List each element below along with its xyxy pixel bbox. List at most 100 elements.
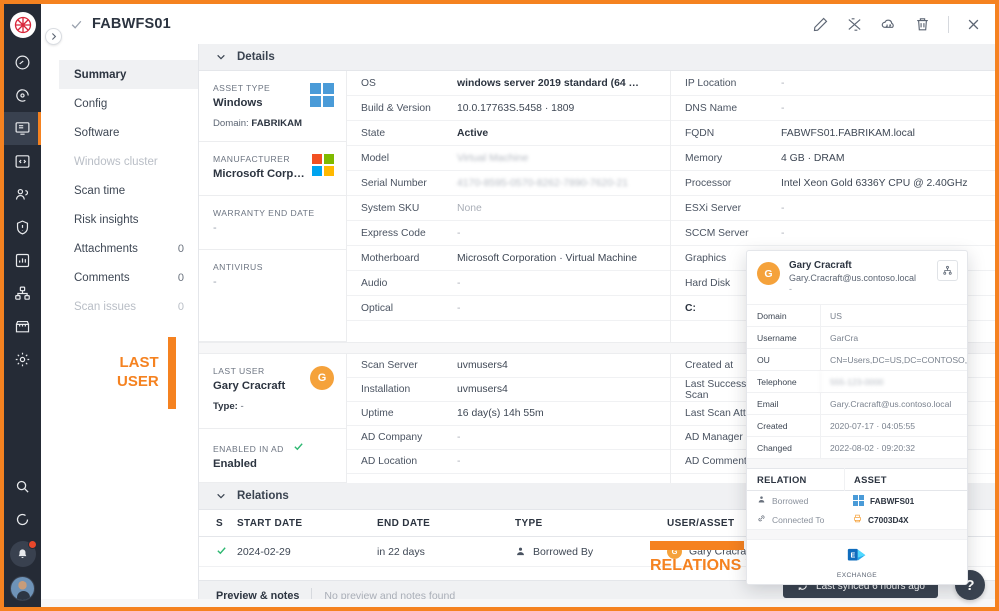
card-warranty-end-date: WARRANTY END DATE -	[199, 196, 346, 250]
popup-key: Created	[747, 421, 820, 431]
chevron-down-icon	[216, 491, 226, 501]
detail-key: State	[361, 128, 457, 139]
sidebar-item-software[interactable]: Software	[59, 118, 198, 147]
sidebar-item-marketplace[interactable]	[4, 310, 41, 343]
trash-icon[interactable]	[914, 16, 931, 33]
card-manufacturer: MANUFACTURER Microsoft Corp…	[199, 142, 346, 196]
search-icon[interactable]	[4, 470, 41, 503]
popup-column-header-relation: RELATION	[747, 474, 844, 485]
detail-value: None	[457, 203, 482, 214]
column-header-status: S	[199, 518, 237, 529]
card-sub-prefix: Domain:	[213, 118, 251, 129]
detail-key: Build & Version	[361, 103, 457, 114]
user-detail-popup: G Gary Cracraft Gary.Cracraft@us.contoso…	[746, 250, 968, 585]
cloud-sync-icon[interactable]	[880, 16, 897, 33]
notifications-button[interactable]	[10, 541, 36, 567]
expand-panel-button[interactable]	[45, 28, 62, 45]
sidebar-item-settings[interactable]	[4, 343, 41, 376]
sidebar-item-label: Risk insights	[74, 214, 139, 226]
detail-value: -	[457, 432, 460, 443]
detail-key: AD Location	[361, 456, 457, 467]
detail-key: Express Code	[361, 228, 457, 239]
popup-user-title: -	[789, 284, 916, 294]
sidebar-item-users[interactable]	[4, 178, 41, 211]
sidebar-item-dashboard[interactable]	[4, 46, 41, 79]
sidebar-item-summary[interactable]: Summary	[59, 60, 198, 89]
user-avatar[interactable]	[10, 576, 35, 601]
detail-value: uvmusers4	[457, 360, 508, 371]
popup-row-username: UsernameGarCra	[747, 326, 967, 348]
merge-icon[interactable]	[846, 16, 863, 33]
close-icon[interactable]	[966, 17, 981, 32]
popup-row-telephone: Telephone555-123-0000	[747, 370, 967, 392]
sidebar-item-attachments[interactable]: Attachments 0	[59, 234, 198, 263]
page-title-group: FABWFS01	[41, 16, 171, 32]
detail-row-dns-name: DNS Name-	[671, 96, 995, 121]
card-sub-value: FABRIKAM	[251, 118, 302, 129]
popup-value: CN=Users,DC=US,DC=CONTOSO,DC=lo…	[820, 349, 967, 371]
svg-text:E: E	[850, 552, 855, 560]
bottom-strip	[41, 599, 995, 607]
detail-value: -	[457, 228, 460, 239]
org-chart-icon[interactable]	[937, 260, 958, 281]
sidebar-item-scan-time[interactable]: Scan time	[59, 176, 198, 205]
card-value: -	[213, 276, 334, 288]
sidebar-item-risk-insights[interactable]: Risk insights	[59, 205, 198, 234]
popup-identity: Gary Cracraft Gary.Cracraft@us.contoso.l…	[789, 260, 916, 294]
card-asset-type: ASSET TYPE Windows Domain: FABRIKAM	[199, 71, 346, 142]
sidebar-item-label: Comments	[74, 272, 130, 284]
annotation-bar-vertical	[168, 337, 176, 409]
row-start-date: 2024-02-29	[237, 546, 377, 558]
sidebar-item-label: Scan time	[74, 185, 125, 197]
popup-user-name: Gary Cracraft	[789, 260, 916, 271]
popup-footer[interactable]: E EXCHANGE	[747, 539, 967, 584]
card-label: WARRANTY END DATE	[213, 208, 334, 218]
detail-key: IP Location	[685, 78, 781, 89]
exchange-logo-icon: E	[847, 547, 867, 569]
detail-key: Audio	[361, 278, 457, 289]
popup-column-header-asset: ASSET	[844, 468, 967, 491]
detail-row-scan-server: Scan Serveruvmusers4	[347, 354, 670, 378]
sidebar-item-assets[interactable]	[4, 112, 41, 145]
primary-nav-rail	[4, 4, 41, 607]
sidebar-item-comments[interactable]: Comments 0	[59, 263, 198, 292]
sidebar-item-security[interactable]	[4, 211, 41, 244]
card-label: ANTIVIRUS	[213, 262, 334, 272]
brain-logo-icon[interactable]	[10, 12, 36, 38]
detail-row-os: OSwindows server 2019 standard (64 …	[347, 71, 670, 96]
microsoft-logo-icon	[312, 154, 334, 176]
detail-value: -	[457, 303, 460, 314]
detail-key: Motherboard	[361, 253, 457, 264]
detail-value: Intel Xeon Gold 6336Y CPU @ 2.40GHz	[781, 178, 968, 189]
sidebar-item-label: Scan issues	[74, 301, 136, 313]
detail-value: Active	[457, 128, 488, 139]
windows-logo-icon	[310, 83, 334, 107]
sidebar-item-scan-issues: Scan issues 0	[59, 292, 198, 321]
popup-value: GarCra	[820, 327, 967, 349]
sidebar-item-config[interactable]: Config	[59, 89, 198, 118]
popup-value: 2022-08-02 · 09:20:32	[820, 437, 967, 459]
detail-key: AD Company	[361, 432, 457, 443]
detail-value: -	[457, 278, 460, 289]
detail-value: Microsoft Corporation · Virtual Machine	[457, 253, 637, 264]
summary-cards-column-2: LAST USER Gary Cracraft Type: - G ENABLE…	[199, 354, 347, 483]
refresh-icon[interactable]	[4, 503, 41, 536]
popup-gap-2	[747, 529, 967, 539]
sidebar-item-label: Software	[74, 127, 119, 139]
check-icon	[293, 444, 304, 454]
column-header-type: TYPE	[515, 518, 667, 529]
popup-asset-cell: C7003D4X	[844, 513, 967, 526]
detail-row-processor: ProcessorIntel Xeon Gold 6336Y CPU @ 2.4…	[671, 171, 995, 196]
edit-icon[interactable]	[812, 16, 829, 33]
popup-relation-row[interactable]: Connected To C7003D4X	[747, 510, 967, 529]
sidebar-item-scripts[interactable]	[4, 145, 41, 178]
link-icon	[757, 514, 766, 525]
popup-value: 2020-07-17 · 04:05:55	[820, 415, 967, 437]
detail-row-system-sku: System SKUNone	[347, 196, 670, 221]
details-section-header[interactable]: Details	[199, 44, 995, 71]
popup-relation-row[interactable]: Borrowed FABWFS01	[747, 491, 967, 510]
detail-row-express-code: Express Code-	[347, 221, 670, 246]
sidebar-item-reports[interactable]	[4, 244, 41, 277]
sidebar-item-discovery[interactable]	[4, 79, 41, 112]
sidebar-item-topology[interactable]	[4, 277, 41, 310]
